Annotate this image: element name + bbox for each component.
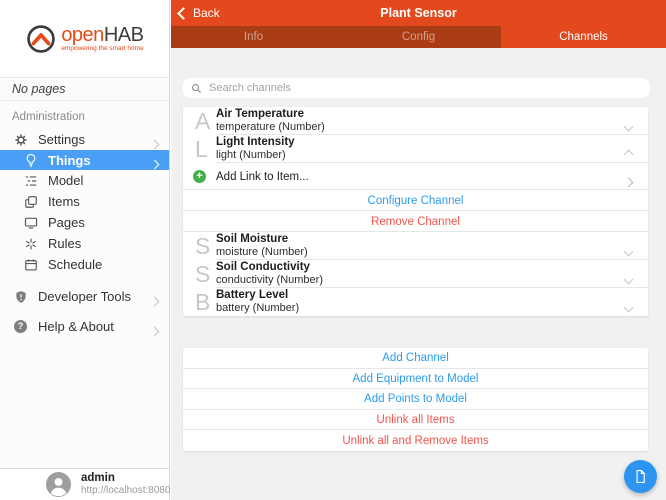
channel-subtitle: battery (Number) — [216, 302, 299, 314]
shield-exclamation-icon — [13, 289, 28, 304]
calendar-icon — [23, 257, 38, 272]
search-bar — [183, 78, 650, 98]
chevron-right-icon — [625, 173, 632, 191]
avatar — [46, 472, 71, 497]
channel-row-air-temperature[interactable]: A Air Temperature temperature (Number) — [183, 107, 648, 135]
channel-subtitle: moisture (Number) — [216, 246, 308, 258]
chevron-right-icon — [151, 293, 158, 308]
overlapping-squares-icon — [23, 194, 38, 209]
sidebar-item-settings[interactable]: Settings — [0, 129, 169, 150]
sidebar-item-pages[interactable]: Pages — [0, 212, 169, 233]
question-circle-icon: ? — [13, 319, 28, 334]
sidebar-item-rules[interactable]: Rules — [0, 233, 169, 254]
channel-row-soil-conductivity[interactable]: S Soil Conductivity conductivity (Number… — [183, 260, 648, 288]
sidebar-item-help-about[interactable]: ? Help & About — [0, 316, 169, 337]
sidebar-item-label: Schedule — [48, 257, 102, 272]
chevron-up-icon — [625, 145, 632, 163]
sidebar-item-label: Help & About — [38, 319, 114, 334]
add-channel-button[interactable]: Add Channel — [183, 348, 648, 369]
channel-row-battery-level[interactable]: B Battery Level battery (Number) — [183, 288, 648, 316]
tab-config[interactable]: Config — [336, 26, 501, 48]
channel-title: Air Temperature — [216, 108, 325, 121]
add-points-to-model-button[interactable]: Add Points to Model — [183, 389, 648, 410]
administration-section-label: Administration — [0, 101, 169, 129]
brand-tagline: empowering the smart home — [61, 46, 143, 53]
channel-subtitle: conductivity (Number) — [216, 274, 323, 286]
channel-initial: S — [195, 263, 216, 286]
user-account-area[interactable]: admin http://localhost:8080 — [0, 468, 169, 500]
sidebar-item-label: Things — [48, 153, 91, 168]
brand-name: openHAB — [61, 25, 143, 45]
tab-bar: Info Config Channels — [171, 26, 666, 48]
sidebar-item-label: Pages — [48, 215, 85, 230]
channel-title: Soil Moisture — [216, 233, 308, 246]
add-equipment-to-model-button[interactable]: Add Equipment to Model — [183, 369, 648, 390]
lightbulb-icon — [23, 153, 38, 168]
configure-channel-button[interactable]: Configure Channel — [183, 190, 648, 211]
sidebar-item-label: Model — [48, 173, 83, 188]
logo-area: openHAB empowering the smart home — [0, 0, 169, 78]
remove-channel-button[interactable]: Remove Channel — [183, 211, 648, 232]
channel-row-soil-moisture[interactable]: S Soil Moisture moisture (Number) — [183, 232, 648, 260]
openhab-admin-screen: openHAB empowering the smart home No pag… — [0, 0, 666, 500]
channel-title: Light Intensity — [216, 136, 295, 149]
sparkle-icon — [23, 236, 38, 251]
sidebar-item-label: Rules — [48, 236, 81, 251]
gear-icon — [13, 132, 28, 147]
sidebar-item-label: Items — [48, 194, 80, 209]
user-name: admin — [81, 472, 171, 485]
channel-subtitle: temperature (Number) — [216, 121, 325, 133]
monitor-icon — [23, 215, 38, 230]
no-pages-label: No pages — [0, 78, 169, 101]
channel-title: Soil Conductivity — [216, 261, 323, 274]
channel-initial: B — [195, 291, 216, 314]
server-url: http://localhost:8080 — [81, 485, 171, 497]
model-tree-icon — [23, 173, 38, 188]
chevron-down-icon — [625, 298, 632, 316]
sidebar-item-model[interactable]: Model — [0, 170, 169, 191]
tab-channels[interactable]: Channels — [501, 26, 666, 48]
channel-list: A Air Temperature temperature (Number) L… — [183, 107, 648, 316]
thing-actions-list: Add Channel Add Equipment to Model Add P… — [183, 348, 648, 451]
search-input[interactable] — [207, 81, 642, 95]
document-icon — [633, 469, 648, 484]
openhab-logo: openHAB empowering the smart home — [25, 23, 143, 55]
channel-initial: S — [195, 235, 216, 258]
sidebar-item-label: Settings — [38, 132, 85, 147]
chevron-right-icon — [151, 323, 158, 338]
channel-title: Battery Level — [216, 289, 299, 302]
add-link-to-item-row[interactable]: + Add Link to Item... — [183, 163, 648, 190]
tab-info[interactable]: Info — [171, 26, 336, 48]
code-view-fab-button[interactable] — [624, 460, 657, 493]
channel-subtitle: light (Number) — [216, 149, 295, 161]
sidebar-item-schedule[interactable]: Schedule — [0, 254, 169, 275]
plus-circle-icon: + — [193, 170, 206, 183]
chevron-right-icon — [151, 136, 158, 151]
navbar: Back Plant Sensor — [171, 0, 666, 26]
openhab-logo-icon — [25, 23, 57, 55]
sidebar-item-items[interactable]: Items — [0, 191, 169, 212]
unlink-all-and-remove-items-button[interactable]: Unlink all and Remove Items — [183, 430, 648, 451]
chevron-down-icon — [625, 117, 632, 135]
page-title: Plant Sensor — [171, 0, 666, 26]
unlink-all-items-button[interactable]: Unlink all Items — [183, 410, 648, 431]
chevron-down-icon — [625, 242, 632, 260]
sidebar-item-label: Developer Tools — [38, 289, 131, 304]
channel-row-light-intensity[interactable]: L Light Intensity light (Number) — [183, 135, 648, 163]
sidebar-item-things[interactable]: Things — [0, 150, 169, 170]
main-panel: Back Plant Sensor Info Config Channels A — [171, 0, 666, 500]
channel-initial: L — [195, 138, 216, 161]
sidebar: openHAB empowering the smart home No pag… — [0, 0, 170, 500]
search-icon — [191, 83, 202, 94]
channels-content: A Air Temperature temperature (Number) L… — [171, 48, 666, 500]
sidebar-item-developer-tools[interactable]: Developer Tools — [0, 286, 169, 307]
chevron-right-icon — [151, 156, 158, 171]
channel-initial: A — [195, 110, 216, 133]
chevron-down-icon — [625, 270, 632, 288]
